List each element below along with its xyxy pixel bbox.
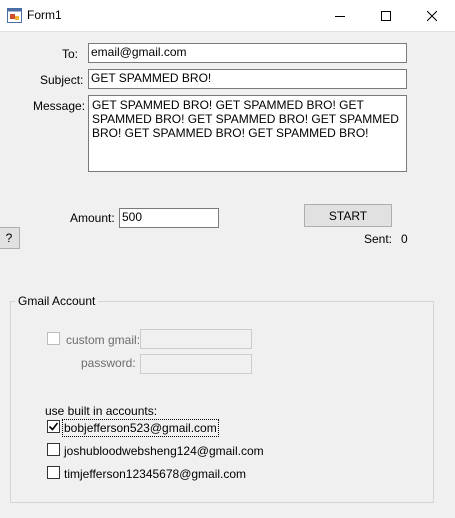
amount-label: Amount:	[70, 211, 115, 225]
account-checkbox[interactable]	[47, 420, 60, 433]
subject-field[interactable]: GET SPAMMED BRO!	[88, 69, 407, 89]
builtin-accounts-label: use built in accounts:	[45, 404, 158, 418]
gmail-account-group-title: Gmail Account	[15, 294, 99, 308]
custom-gmail-input[interactable]	[140, 329, 252, 349]
maximize-button[interactable]	[363, 0, 409, 31]
password-input[interactable]	[140, 354, 252, 374]
minimize-button[interactable]	[317, 0, 363, 31]
subject-label: Subject:	[40, 73, 84, 87]
minimize-icon	[335, 15, 345, 17]
account-checkbox[interactable]	[47, 443, 60, 456]
to-field[interactable]: email@gmail.com	[88, 43, 407, 63]
start-button[interactable]: START	[304, 204, 392, 227]
window-title: Form1	[27, 8, 62, 22]
message-textarea[interactable]: GET SPAMMED BRO! GET SPAMMED BRO! GET SP…	[88, 95, 407, 172]
account-checkbox[interactable]	[47, 466, 60, 479]
account-label[interactable]: bobjefferson523@gmail.com	[62, 419, 219, 437]
sent-count: 0	[401, 232, 408, 246]
title-bar: Form1	[0, 0, 455, 32]
app-form-icon	[7, 8, 22, 23]
amount-field[interactable]: 500	[119, 208, 219, 228]
sent-label: Sent:	[364, 232, 393, 246]
maximize-icon	[381, 10, 391, 21]
password-label: password:	[81, 356, 136, 370]
close-icon	[427, 10, 437, 21]
checkmark-icon	[48, 422, 59, 431]
to-label: To:	[62, 47, 79, 61]
custom-gmail-checkbox[interactable]	[47, 332, 60, 345]
account-label[interactable]: joshubloodwebsheng124@gmail.com	[64, 444, 264, 458]
custom-gmail-label: custom gmail:	[66, 333, 141, 347]
account-label[interactable]: timjefferson12345678@gmail.com	[64, 467, 246, 481]
help-button[interactable]: ?	[0, 227, 20, 249]
message-label: Message:	[33, 99, 86, 113]
close-button[interactable]	[409, 0, 455, 31]
